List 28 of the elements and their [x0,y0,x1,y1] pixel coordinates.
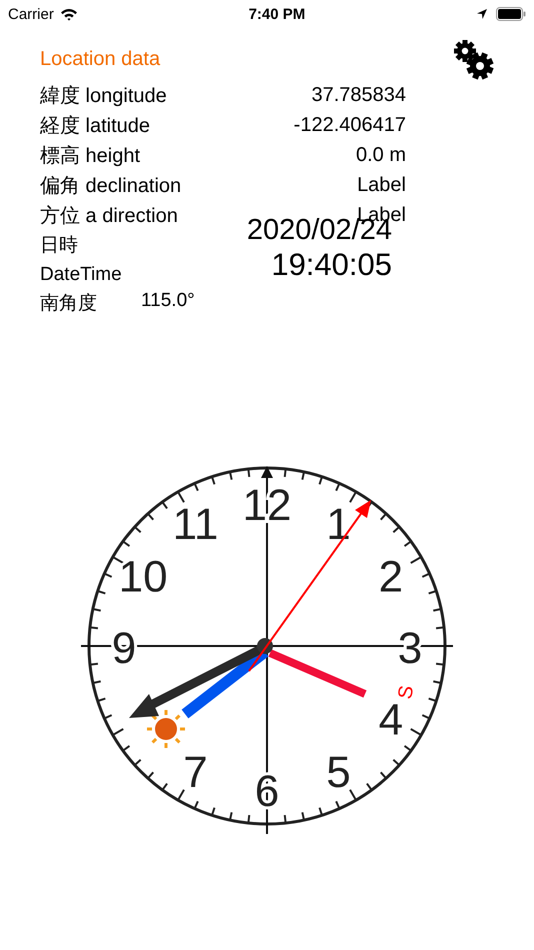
clock-numeral: 7 [183,748,208,797]
south-angle-value: 115.0° [141,290,195,313]
datetime-label: 日時 [40,234,79,258]
field-label: 標高 height [40,144,140,168]
field-value: 37.785834 [311,84,406,106]
field-value: -122.406417 [294,114,406,136]
time-value: 19:40:05 [271,247,392,283]
wifi-icon [60,8,78,20]
field-value: 0.0 m [356,144,406,166]
datetime-label: DateTime [40,264,122,286]
sun-icon [147,710,185,748]
field-value: Label [357,174,406,196]
clock-numeral: 11 [172,500,218,550]
carrier-label: Carrier [8,6,54,22]
clock-time: 7:40 PM [248,6,306,22]
field-label: 偏角 declination [40,174,182,198]
clock-numeral: 10 [118,552,168,602]
field-label: 方位 a direction [40,204,178,228]
clock-numeral: 5 [326,748,351,797]
clock-numeral: 2 [378,552,404,602]
field-label: 緯度 longitude [40,84,167,108]
battery-icon [496,7,526,21]
settings-icon[interactable] [452,38,496,82]
field-label: 経度 latitude [40,114,150,138]
south-angle-label: 南角度 [40,292,97,316]
section-title: Location data [40,48,160,71]
clock-numeral: 1 [326,500,351,550]
location-arrow-icon [476,8,488,20]
